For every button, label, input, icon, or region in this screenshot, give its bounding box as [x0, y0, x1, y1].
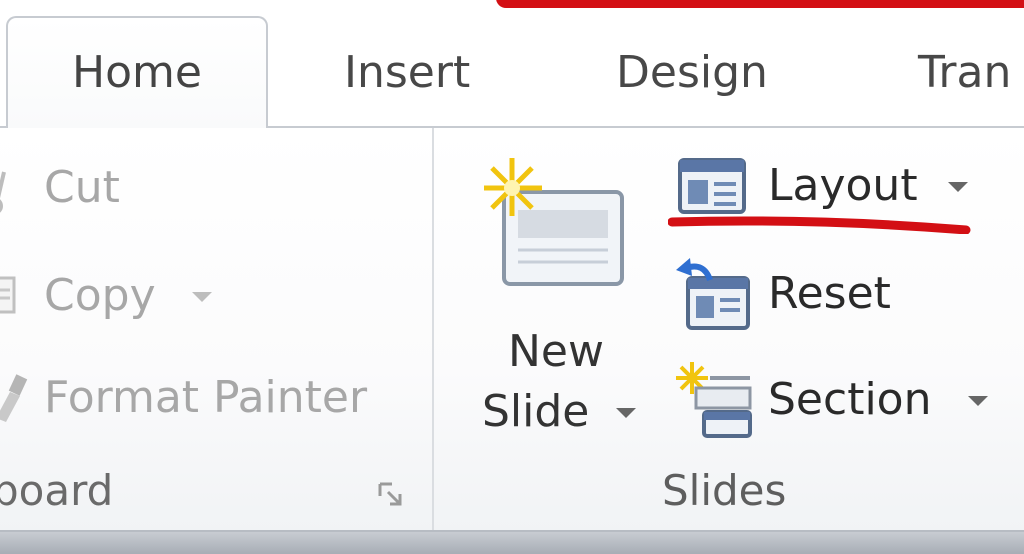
section-dropdown-arrow-icon[interactable]: [968, 396, 988, 406]
dialog-launcher-icon[interactable]: [378, 482, 404, 508]
paintbrush-icon: [0, 374, 28, 422]
format-painter-button[interactable]: Format Painter: [0, 370, 420, 432]
layout-icon: [678, 158, 746, 214]
layout-dropdown-arrow-icon[interactable]: [948, 182, 968, 192]
red-underline-annotation: [668, 216, 971, 234]
reset-icon: [676, 258, 750, 330]
copy-label: Copy: [44, 270, 156, 321]
section-icon: [676, 362, 752, 438]
new-slide-label-line2: Slide: [482, 386, 590, 437]
copy-dropdown-arrow-icon[interactable]: [192, 292, 212, 302]
new-slide-button[interactable]: New Slide: [470, 150, 650, 450]
slides-group-label: Slides: [662, 466, 787, 515]
layout-label: Layout: [768, 160, 918, 211]
group-separator: [432, 128, 434, 532]
clipboard-group-label: board: [0, 466, 114, 515]
scissors-icon: [0, 171, 6, 213]
tab-transitions[interactable]: Tran: [918, 40, 1011, 110]
red-annotation-mark-top: [496, 0, 1024, 8]
tab-design[interactable]: Design: [616, 40, 768, 110]
tab-home[interactable]: Home: [6, 16, 268, 128]
cut-button[interactable]: Cut: [0, 160, 420, 222]
new-slide-dropdown-arrow-icon[interactable]: [616, 408, 636, 418]
new-slide-icon: [484, 158, 624, 286]
reset-label: Reset: [768, 268, 891, 319]
ribbon-bottom-border: [0, 530, 1024, 554]
tab-insert[interactable]: Insert: [344, 40, 470, 110]
copy-icon: [0, 276, 16, 314]
copy-button[interactable]: Copy: [0, 266, 420, 328]
new-slide-label-line1: New: [508, 326, 604, 377]
format-painter-label: Format Painter: [44, 372, 368, 423]
reset-button[interactable]: Reset: [670, 256, 990, 336]
section-button[interactable]: Section: [670, 360, 1010, 440]
section-label: Section: [768, 374, 932, 425]
cut-label: Cut: [44, 162, 120, 213]
